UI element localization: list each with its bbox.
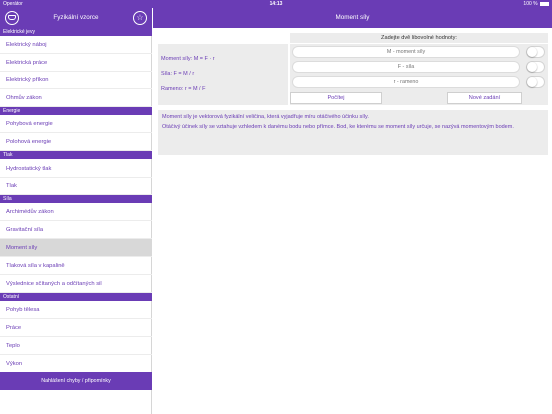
sidebar-title: Fyzikální vzorce xyxy=(53,14,99,21)
formula-arm: Rameno: r = M / F xyxy=(161,86,206,92)
new-entry-button[interactable]: Nové zadání xyxy=(447,92,522,104)
calculator-prompt: Zadejte dvě libovolné hodnoty: xyxy=(290,33,548,43)
sidebar-item-pohyb-telesa[interactable]: Pohyb tělesa xyxy=(0,301,152,319)
star-glyph: ☆ xyxy=(136,13,144,22)
section-ostatni: Ostatní xyxy=(0,293,152,301)
arm-toggle[interactable] xyxy=(526,76,545,88)
toggle-knob xyxy=(527,77,537,87)
sidebar-item-ohmuv-zakon[interactable]: Ohmův zákon xyxy=(0,89,152,107)
force-input[interactable] xyxy=(292,61,520,73)
status-bar: Operátor 14:13 100 % xyxy=(0,0,552,8)
toggle-knob xyxy=(527,47,537,57)
sidebar-item-archimeduv-zakon[interactable]: Archimédův zákon xyxy=(0,203,152,221)
sidebar-item-prace[interactable]: Práce xyxy=(0,319,152,337)
sidebar-item-hydrostaticky-tlak[interactable]: Hydrostatický tlak xyxy=(0,160,152,178)
sidebar-item-elektricky-prikon[interactable]: Elektrický příkon xyxy=(0,71,152,89)
description-paragraph: Moment síly je vektorová fyzikální velič… xyxy=(162,114,369,120)
formula-moment: Moment síly: M = F · r xyxy=(161,56,215,62)
sidebar-item-moment-sily[interactable]: Moment síly xyxy=(0,239,152,257)
sidebar-item-teplo[interactable]: Teplo xyxy=(0,337,152,355)
sidebar-item-pohybova-energie[interactable]: Pohybová energie xyxy=(0,115,152,133)
sidebar-item-polohova-energie[interactable]: Polohová energie xyxy=(0,133,152,151)
input-panel: Počítej Nové zadání xyxy=(290,44,548,105)
formula-list: Moment síly: M = F · r Síla: F = M / r R… xyxy=(158,44,288,105)
battery-icon xyxy=(540,1,549,6)
sidebar-item-elektricky-naboj[interactable]: Elektrický náboj xyxy=(0,36,152,54)
sidebar-item-tlakova-sila-v-kapaline[interactable]: Tlaková síla v kapalině xyxy=(0,257,152,275)
sidebar: Fyzikální vzorce ☆ Elektrické jevy Elekt… xyxy=(0,8,152,414)
section-elektricke-jevy: Elektrické jevy xyxy=(0,28,152,36)
sidebar-item-vykon[interactable]: Výkon xyxy=(0,355,152,373)
description-panel: Moment síly je vektorová fyzikální velič… xyxy=(158,110,548,155)
report-error-button[interactable]: Nahlášení chyby / připomínky xyxy=(0,372,152,390)
description-paragraph: Otáčivý účinek síly se vztahuje vzhledem… xyxy=(162,124,514,131)
section-tlak: Tlak xyxy=(0,151,152,159)
calculator: Zadejte dvě libovolné hodnoty: Moment sí… xyxy=(158,33,548,105)
force-toggle[interactable] xyxy=(526,61,545,73)
main-panel: Moment síly Zadejte dvě libovolné hodnot… xyxy=(153,8,552,414)
main-header: Moment síly xyxy=(153,8,552,28)
page-title: Moment síly xyxy=(335,14,370,21)
sidebar-item-tlak[interactable]: Tlak xyxy=(0,177,152,195)
star-icon[interactable]: ☆ xyxy=(133,11,147,25)
moment-input[interactable] xyxy=(292,46,520,58)
formula-force: Síla: F = M / r xyxy=(161,71,195,77)
section-sila: Síla xyxy=(0,195,152,203)
section-energie: Energie xyxy=(0,107,152,115)
compute-button[interactable]: Počítej xyxy=(290,92,382,104)
toggle-knob xyxy=(527,62,537,72)
sidebar-item-gravitacni-sila[interactable]: Gravitační síla xyxy=(0,221,152,239)
clock: 14:13 xyxy=(269,1,283,7)
arm-input[interactable] xyxy=(292,76,520,88)
sidebar-item-vyslednice-sil[interactable]: Výslednice sčítaných a odčítaných sil xyxy=(0,275,152,293)
sidebar-header: Fyzikální vzorce ☆ xyxy=(0,8,152,28)
sidebar-item-elektricka-prace[interactable]: Elektrická práce xyxy=(0,54,152,72)
battery-indicator: 100 % xyxy=(523,1,549,7)
battery-percent: 100 % xyxy=(523,1,538,7)
moment-toggle[interactable] xyxy=(526,46,545,58)
